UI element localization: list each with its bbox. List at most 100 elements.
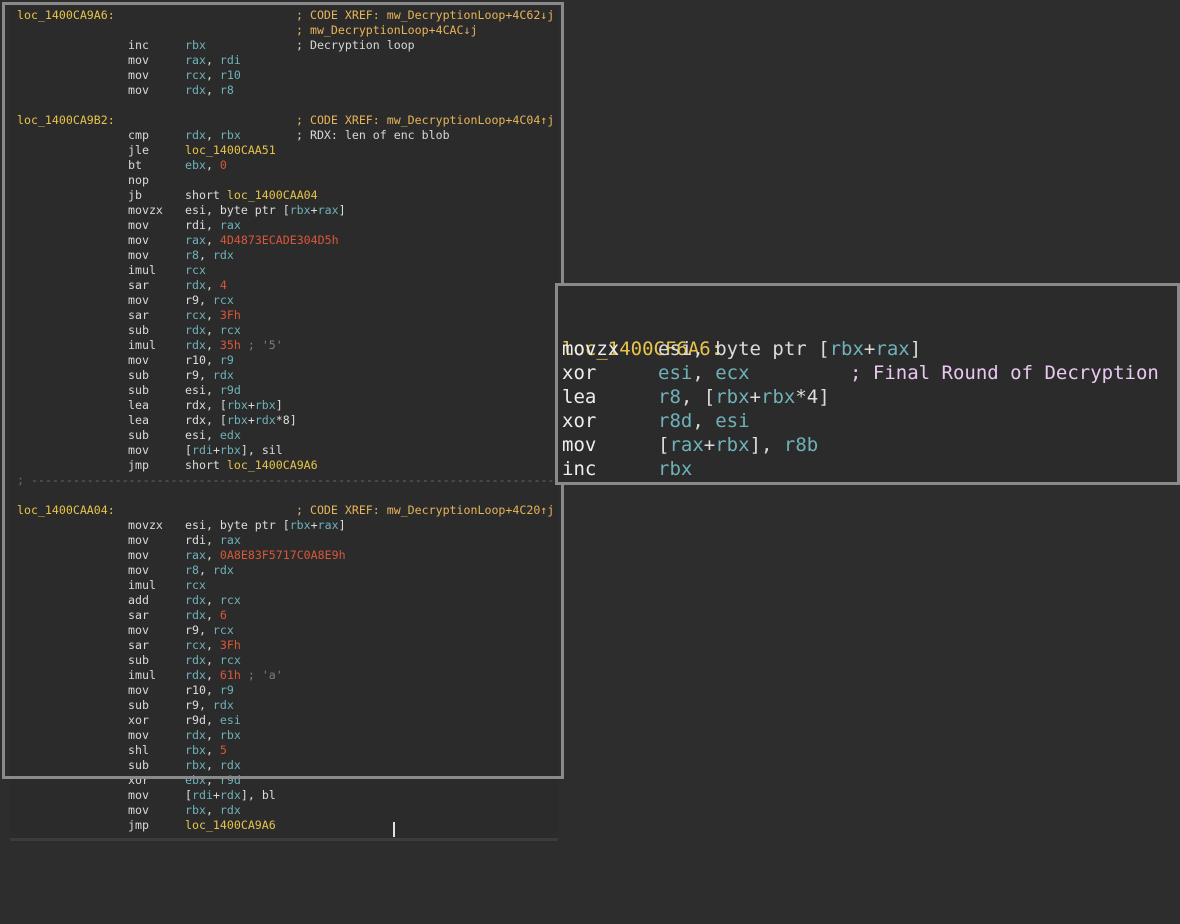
register-token[interactable]: r10 bbox=[220, 68, 241, 82]
register-token[interactable]: esi bbox=[715, 410, 749, 432]
instruction-mnemonic[interactable]: sub bbox=[128, 368, 149, 383]
instruction-mnemonic[interactable]: xor bbox=[128, 713, 149, 728]
instruction-mnemonic[interactable]: sar bbox=[128, 638, 149, 653]
instruction-mnemonic[interactable]: mov bbox=[128, 443, 149, 458]
label-reference-link[interactable]: loc_1400CAA51 bbox=[185, 143, 276, 157]
register-token[interactable]: rbx bbox=[185, 758, 206, 772]
instruction-mnemonic[interactable]: sub bbox=[128, 428, 149, 443]
register-token[interactable]: ebx bbox=[185, 773, 206, 787]
register-token[interactable]: rax bbox=[220, 218, 241, 232]
instruction-mnemonic[interactable]: mov bbox=[562, 433, 596, 457]
instruction-mnemonic[interactable]: mov bbox=[128, 803, 149, 818]
instruction-mnemonic[interactable]: movzx bbox=[128, 518, 163, 533]
instruction-mnemonic[interactable]: mov bbox=[128, 218, 149, 233]
register-token[interactable]: rcx bbox=[185, 308, 206, 322]
instruction-mnemonic[interactable]: lea bbox=[128, 413, 149, 428]
instruction-mnemonic[interactable]: mov bbox=[128, 353, 149, 368]
instruction-mnemonic[interactable]: lea bbox=[128, 398, 149, 413]
instruction-mnemonic[interactable]: inc bbox=[562, 457, 596, 481]
register-token[interactable]: rcx bbox=[220, 653, 241, 667]
register-token[interactable]: rdx bbox=[185, 668, 206, 682]
register-token[interactable]: rdx bbox=[185, 593, 206, 607]
register-token[interactable]: esi bbox=[220, 713, 241, 727]
register-token[interactable]: rax bbox=[875, 338, 909, 360]
register-token[interactable]: rdx bbox=[185, 278, 206, 292]
instruction-mnemonic[interactable]: jle bbox=[128, 143, 149, 158]
register-token[interactable]: edx bbox=[220, 428, 241, 442]
register-token[interactable]: rdx bbox=[213, 698, 234, 712]
register-token[interactable]: ecx bbox=[715, 362, 749, 384]
immediate-value[interactable]: 35h bbox=[220, 338, 241, 352]
immediate-value[interactable]: 6 bbox=[220, 608, 227, 622]
register-token[interactable]: rdi bbox=[192, 443, 213, 457]
instruction-mnemonic[interactable]: sar bbox=[128, 608, 149, 623]
register-token[interactable]: rbx bbox=[715, 434, 749, 456]
instruction-mnemonic[interactable]: mov bbox=[128, 683, 149, 698]
register-token[interactable]: rdx bbox=[185, 653, 206, 667]
immediate-value[interactable]: 0 bbox=[220, 158, 227, 172]
instruction-mnemonic[interactable]: mov bbox=[128, 788, 149, 803]
register-token[interactable]: rbx bbox=[290, 518, 311, 532]
instruction-mnemonic[interactable]: lea bbox=[562, 385, 596, 409]
instruction-mnemonic[interactable]: cmp bbox=[128, 128, 149, 143]
instruction-mnemonic[interactable]: sub bbox=[128, 383, 149, 398]
instruction-mnemonic[interactable]: mov bbox=[128, 623, 149, 638]
register-token[interactable]: r8b bbox=[784, 434, 818, 456]
register-token[interactable]: rdx bbox=[220, 803, 241, 817]
register-token[interactable]: rbx bbox=[220, 728, 241, 742]
register-token[interactable]: r8 bbox=[185, 248, 199, 262]
label-reference-link[interactable]: loc_1400CA9A6 bbox=[227, 458, 318, 472]
register-token[interactable]: ebx bbox=[185, 158, 206, 172]
disassembly-listing[interactable]: loc_1400CA9A6: ; CODE XREF: mw_Decryption… bbox=[10, 6, 558, 842]
register-token[interactable]: rbx bbox=[185, 38, 206, 52]
instruction-mnemonic[interactable]: movzx bbox=[128, 203, 163, 218]
instruction-mnemonic[interactable]: sub bbox=[128, 698, 149, 713]
register-token[interactable]: rdx bbox=[213, 368, 234, 382]
instruction-mnemonic[interactable]: xor bbox=[128, 773, 149, 788]
immediate-value[interactable]: 5 bbox=[220, 743, 227, 757]
label-reference-link[interactable]: loc_1400CAA04 bbox=[227, 188, 318, 202]
immediate-value[interactable]: 4D4873ECADE304D5h bbox=[220, 233, 339, 247]
instruction-mnemonic[interactable]: mov bbox=[128, 83, 149, 98]
immediate-value[interactable]: 3Fh bbox=[220, 638, 241, 652]
register-token[interactable]: rbx bbox=[761, 386, 795, 408]
register-token[interactable]: rdx bbox=[185, 83, 206, 97]
register-token[interactable]: rcx bbox=[185, 578, 206, 592]
register-token[interactable]: rbx bbox=[185, 803, 206, 817]
register-token[interactable]: rcx bbox=[185, 263, 206, 277]
immediate-value[interactable]: 3Fh bbox=[220, 308, 241, 322]
xref-comment[interactable]: ; CODE XREF: mw_DecryptionLoop+4C62↓j bbox=[296, 8, 554, 23]
instruction-mnemonic[interactable]: mov bbox=[128, 293, 149, 308]
register-token[interactable]: rdx bbox=[185, 608, 206, 622]
register-token[interactable]: esi bbox=[658, 362, 692, 384]
immediate-value[interactable]: 4 bbox=[220, 278, 227, 292]
code-label[interactable]: loc_1400CA9B2: bbox=[17, 113, 115, 128]
register-token[interactable]: rbx bbox=[255, 398, 276, 412]
register-token[interactable]: rbx bbox=[220, 443, 241, 457]
register-token[interactable]: r8d bbox=[658, 410, 692, 432]
immediate-value[interactable]: 61h bbox=[220, 668, 241, 682]
register-token[interactable]: rcx bbox=[213, 623, 234, 637]
register-token[interactable]: rbx bbox=[227, 413, 248, 427]
instruction-mnemonic[interactable]: mov bbox=[128, 548, 149, 563]
register-token[interactable]: r8 bbox=[185, 563, 199, 577]
register-token[interactable]: rbx bbox=[290, 203, 311, 217]
instruction-mnemonic[interactable]: mov bbox=[128, 233, 149, 248]
register-token[interactable]: rax bbox=[220, 533, 241, 547]
instruction-mnemonic[interactable]: nop bbox=[128, 173, 149, 188]
register-token[interactable]: r9 bbox=[220, 353, 234, 367]
zoomed-disassembly-panel[interactable]: loc_1400CF6A6: ; Final Round of Decrypti… bbox=[555, 283, 1180, 485]
instruction-mnemonic[interactable]: bt bbox=[128, 158, 142, 173]
instruction-mnemonic[interactable]: sub bbox=[128, 323, 149, 338]
register-token[interactable]: rdx bbox=[213, 248, 234, 262]
register-token[interactable]: r9 bbox=[220, 683, 234, 697]
register-token[interactable]: r9d bbox=[220, 383, 241, 397]
code-label[interactable]: loc_1400CA9A6: bbox=[17, 8, 115, 23]
register-token[interactable]: rax bbox=[318, 203, 339, 217]
register-token[interactable]: rax bbox=[669, 434, 703, 456]
instruction-mnemonic[interactable]: sub bbox=[128, 653, 149, 668]
instruction-mnemonic[interactable]: mov bbox=[128, 68, 149, 83]
register-token[interactable]: rdx bbox=[185, 323, 206, 337]
xref-comment[interactable]: ; CODE XREF: mw_DecryptionLoop+4C04↑j bbox=[296, 113, 554, 128]
instruction-mnemonic[interactable]: jb bbox=[128, 188, 142, 203]
